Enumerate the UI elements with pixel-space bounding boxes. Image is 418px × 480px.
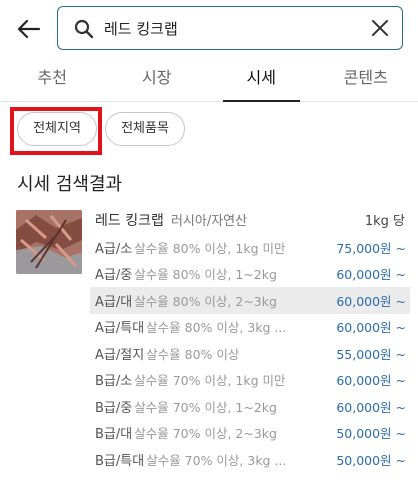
grade-label: B급/소 (95, 374, 133, 390)
price-value: 50,000원 ~ (336, 452, 406, 468)
price-value: 60,000원 ~ (336, 399, 406, 415)
price-value: 55,000원 ~ (336, 346, 406, 362)
grade-description: 살수율 70% 이상, 1~2kg (134, 399, 277, 415)
price-row[interactable]: B급/소 살수율 70% 이상, 1kg 미만 60,000원 ~ (90, 367, 410, 394)
price-value: 60,000원 ~ (336, 373, 406, 389)
grade-description: 살수율 80% 이상 (146, 346, 240, 362)
search-bar (0, 0, 418, 58)
back-arrow-icon[interactable] (14, 14, 44, 44)
price-row[interactable]: A급/중 살수율 80% 이상, 1~2kg 60,000원 ~ (90, 261, 410, 288)
grade-description: 살수율 70% 이상, 1kg 미만 (134, 373, 286, 389)
price-row[interactable]: B급/중 살수율 70% 이상, 1~2kg 60,000원 ~ (90, 393, 410, 420)
search-icon (74, 19, 94, 39)
grade-label: A급/소 (95, 241, 133, 257)
tab-price[interactable]: 시세 (209, 58, 314, 102)
product-thumbnail[interactable] (16, 210, 82, 274)
section-title: 시세 검색결과 (17, 174, 123, 195)
grade-label: B급/특대 (95, 453, 145, 469)
grade-label: A급/특대 (95, 321, 145, 337)
region-filter-chip[interactable]: 전체지역 (17, 112, 97, 146)
grade-label: A급/대 (95, 294, 133, 310)
price-row[interactable]: A급/특대 살수율 80% 이상, 3kg ... 60,000원 ~ (90, 314, 410, 341)
tab-content[interactable]: 콘텐츠 (314, 58, 418, 101)
price-unit: 1kg 당 (364, 214, 405, 229)
grade-label: A급/절지 (95, 347, 145, 363)
price-row[interactable]: A급/대 살수율 80% 이상, 2~3kg 60,000원 ~ (90, 287, 410, 314)
price-value: 60,000원 ~ (336, 267, 406, 283)
product-header: 레드 킹크랩 러시아/자연산 1kg 당 (95, 210, 405, 232)
product-name: 레드 킹크랩 (95, 213, 164, 229)
price-value: 60,000원 ~ (336, 320, 406, 336)
grade-description: 살수율 80% 이상, 1kg 미만 (134, 240, 286, 256)
grade-description: 살수율 70% 이상, 3kg ... (146, 452, 287, 468)
price-row[interactable]: A급/절지 살수율 80% 이상 55,000원 ~ (90, 340, 410, 367)
price-row[interactable]: B급/대 살수율 70% 이상, 2~3kg 50,000원 ~ (90, 420, 410, 447)
grade-description: 살수율 80% 이상, 1~2kg (134, 267, 277, 283)
item-filter-chip[interactable]: 전체품목 (105, 112, 185, 146)
tab-bar: 추천 시장 시세 콘텐츠 (0, 58, 418, 102)
search-input[interactable] (104, 15, 354, 41)
grade-label: B급/대 (95, 427, 133, 443)
tab-market[interactable]: 시장 (105, 58, 210, 101)
price-value: 60,000원 ~ (336, 293, 406, 309)
price-value: 75,000원 ~ (336, 240, 406, 256)
price-list: A급/소 살수율 80% 이상, 1kg 미만 75,000원 ~ A급/중 살… (90, 234, 410, 473)
tab-recommend[interactable]: 추천 (0, 58, 105, 101)
price-row[interactable]: A급/소 살수율 80% 이상, 1kg 미만 75,000원 ~ (90, 234, 410, 261)
grade-label: B급/중 (95, 400, 133, 416)
grade-label: A급/중 (95, 268, 133, 284)
price-row[interactable]: B급/특대 살수율 70% 이상, 3kg ... 50,000원 ~ (90, 446, 410, 473)
search-box[interactable] (57, 6, 403, 50)
product-origin: 러시아/자연산 (170, 214, 248, 229)
grade-description: 살수율 80% 이상, 2~3kg (134, 293, 277, 309)
grade-description: 살수율 70% 이상, 2~3kg (134, 426, 277, 442)
close-icon[interactable] (370, 18, 390, 38)
grade-description: 살수율 80% 이상, 3kg ... (146, 320, 287, 336)
price-value: 50,000원 ~ (336, 426, 406, 442)
